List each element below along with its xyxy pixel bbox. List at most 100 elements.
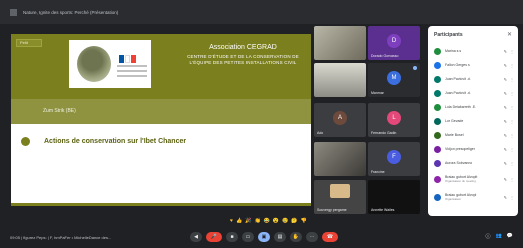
band-label: Zum Strik (BE) (43, 108, 76, 114)
avatar (434, 145, 441, 153)
more-icon[interactable]: ⋮ (510, 147, 514, 152)
avatar (434, 61, 441, 69)
mic-off-icon: ✎ (503, 194, 507, 200)
association-title: Association CEGRAD (209, 44, 277, 51)
reactions-bar: ♥ 👍 🎉 👏 😂 😮 😢 🤔 👎 (230, 218, 310, 224)
more-icon[interactable]: ⋮ (510, 161, 514, 166)
slide-footer-line (11, 203, 311, 206)
layout-button[interactable]: ▤ (274, 232, 286, 242)
mic-off-icon: ✎ (503, 76, 507, 82)
reaction-heart-icon[interactable]: ♥ (230, 218, 233, 224)
thumbnail (330, 184, 350, 198)
avatar (434, 89, 441, 97)
video-tile[interactable]: M Manmar (368, 63, 420, 97)
participant-row[interactable]: Juan Pavlovit .d. ✎ ⋮ (434, 74, 514, 84)
video-tile[interactable]: A Ado (314, 103, 366, 137)
avatar (434, 103, 441, 111)
video-tile[interactable] (314, 26, 366, 60)
info-icon[interactable]: ⓘ (486, 233, 491, 240)
window-title: Nature, Ignite des sports: Perché (Prése… (23, 9, 119, 15)
speaking-indicator-icon (413, 66, 417, 70)
video-tile[interactable]: Souvergy pergame (314, 180, 366, 214)
more-icon[interactable]: ⋮ (510, 49, 514, 54)
camera-button[interactable]: ■ (226, 232, 238, 242)
participant-row[interactable]: Juan Pavlovit .d. ✎ ⋮ (434, 88, 514, 98)
video-tile[interactable]: D Dorado Gorvasso (368, 26, 420, 60)
association-block: Association CEGRAD CENTRE D'ÉTUDE ET DE … (179, 44, 307, 65)
meeting-info: 09:05 | figurez Peps: | F, hmPaFer • Mic… (10, 235, 112, 240)
shared-presentation: Petit Association CEGRAD CENTRE D'ÉTUDE … (11, 34, 311, 206)
participant-row[interactable]: Braiau gubort Alvopl Organisateur ✎ ⋮ (434, 190, 514, 204)
avatar (434, 75, 441, 83)
participant-row[interactable]: Aurora Sobvanno ✎ ⋮ (434, 158, 514, 168)
avatar (434, 175, 441, 183)
avatar (434, 131, 441, 139)
participants-panel: Participants ✕ Marina s.s ✎ ⋮ Fallon Gerg… (428, 26, 518, 216)
video-tile[interactable] (314, 142, 366, 176)
participant-row[interactable]: Lor Gevade ✎ ⋮ (434, 116, 514, 126)
reaction-wow-icon[interactable]: 😮 (273, 218, 279, 224)
reaction-thumbsdown-icon[interactable]: 👎 (301, 218, 307, 224)
video-tile[interactable]: L Fernando Gadin (368, 103, 420, 137)
title-bar: Nature, Ignite des sports: Perché (Prése… (0, 0, 523, 24)
mic-off-icon: ✎ (503, 118, 507, 124)
avatar (434, 47, 441, 55)
chat-icon[interactable]: 💬 (507, 233, 513, 240)
slide-small-label: Petit (16, 39, 42, 47)
reaction-laugh-icon[interactable]: 😂 (264, 218, 270, 224)
video-tile[interactable]: Annette Wailes (368, 180, 420, 214)
logo-panel (69, 40, 151, 88)
participant-row[interactable]: Lola Delabarreth .E. ✎ ⋮ (434, 102, 514, 112)
participant-row[interactable]: Vidjon presopeliger ✎ ⋮ (434, 144, 514, 154)
close-icon[interactable]: ✕ (507, 31, 512, 38)
reaction-think-icon[interactable]: 🤔 (291, 218, 297, 224)
present-button[interactable]: ▣ (258, 232, 270, 242)
more-icon[interactable]: ⋮ (510, 133, 514, 138)
captions-button[interactable]: ▭ (242, 232, 254, 242)
reaction-clap-icon[interactable]: 👏 (254, 218, 260, 224)
side-controls: ⓘ 👥 💬 (481, 233, 513, 240)
mic-button[interactable]: 🎤 (206, 232, 222, 242)
participant-row[interactable]: Fallon Gerges s ✎ ⋮ (434, 60, 514, 70)
more-icon[interactable]: ⋮ (510, 77, 514, 82)
video-tile[interactable]: F Francine (368, 142, 420, 176)
more-icon[interactable]: ⋮ (510, 119, 514, 124)
more-icon[interactable]: ⋮ (510, 63, 514, 68)
collapse-icon[interactable]: ◀ (190, 232, 202, 242)
reaction-sad-icon[interactable]: 😢 (282, 218, 288, 224)
more-icon[interactable]: ⋮ (510, 91, 514, 96)
association-subtitle: CENTRE D'ÉTUDE ET DE LA CONSERVATION DE … (187, 54, 299, 65)
more-icon[interactable]: ⋮ (510, 195, 514, 200)
reaction-party-icon[interactable]: 🎉 (245, 218, 251, 224)
participant-row[interactable]: Marina s.s ✎ ⋮ (434, 46, 514, 56)
mic-off-icon: ✎ (503, 62, 507, 68)
avatar (434, 159, 441, 167)
video-tile[interactable] (314, 63, 366, 97)
more-options-button[interactable]: ⋯ (306, 232, 318, 242)
slide-header: Petit Association CEGRAD CENTRE D'ÉTUDE … (11, 34, 311, 99)
mic-off-icon: ✎ (503, 104, 507, 110)
panel-title: Participants (434, 32, 463, 38)
raise-hand-button[interactable]: ✋ (290, 232, 302, 242)
mic-off-icon: ✎ (503, 132, 507, 138)
bottom-bar: 09:05 | figurez Peps: | F, hmPaFer • Mic… (0, 228, 523, 248)
more-icon[interactable]: ⋮ (510, 177, 514, 182)
presentation-icon (10, 8, 17, 16)
avatar (434, 117, 441, 125)
action-row: Actions de conservation sur l'Ibet Chanc… (21, 137, 186, 146)
mic-off-icon: ✎ (503, 160, 507, 166)
mic-off-icon: ✎ (503, 48, 507, 54)
leave-call-button[interactable]: ☎ (322, 232, 338, 242)
call-controls: ◀ 🎤 ■ ▭ ▣ ▤ ✋ ⋯ ☎ (190, 232, 342, 242)
action-text: Actions de conservation sur l'Ibet Chanc… (44, 138, 187, 145)
mic-off-icon: ✎ (503, 176, 507, 182)
reaction-thumbsup-icon[interactable]: 👍 (236, 218, 242, 224)
avatar (434, 193, 441, 201)
participant-row[interactable]: Marie Bosel ✎ ⋮ (434, 130, 514, 140)
more-icon[interactable]: ⋮ (510, 105, 514, 110)
participant-row[interactable]: Braiau gubort Alvoplt Organisateur du me… (434, 172, 514, 186)
tree-logo (77, 46, 111, 82)
bullet-icon (21, 137, 30, 146)
people-icon[interactable]: 👥 (496, 233, 502, 240)
flag-logo (119, 50, 145, 63)
